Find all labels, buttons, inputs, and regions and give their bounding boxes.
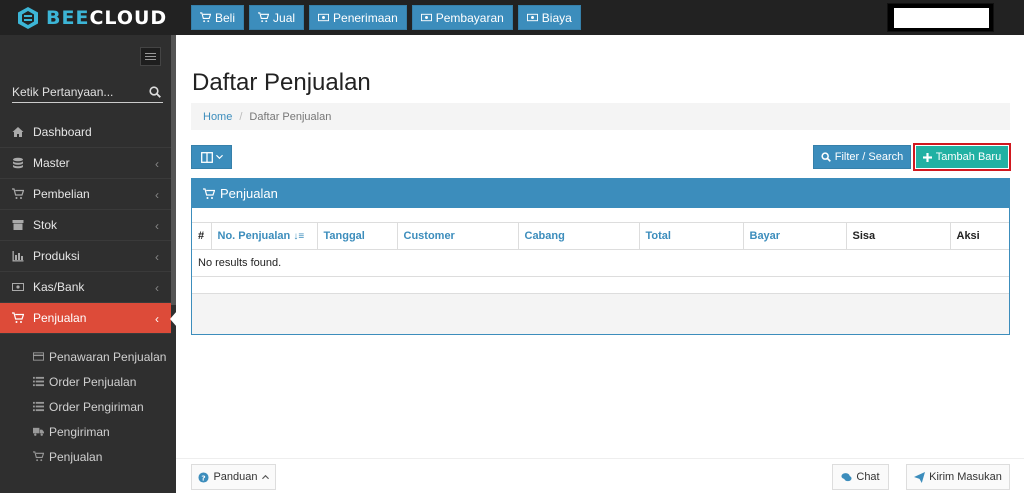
cart-icon bbox=[258, 12, 270, 23]
col-customer[interactable]: Customer bbox=[397, 222, 519, 250]
cart-icon bbox=[200, 12, 211, 23]
breadcrumb-current: Daftar Penjualan bbox=[249, 110, 332, 123]
sidebar-item-dashboard[interactable]: Dashboard bbox=[0, 117, 171, 148]
sidebar-toggle-icon[interactable] bbox=[140, 47, 161, 66]
money-icon bbox=[12, 283, 24, 291]
sidebar-item-kas-bank[interactable]: Kas/Bank ‹ bbox=[0, 272, 171, 303]
col-no-penjualan[interactable]: No. Penjualan ↓≡ bbox=[211, 222, 318, 250]
top-nav: Beli Jual Penerimaan Pembayaran Biaya bbox=[191, 5, 581, 30]
panduan-button[interactable]: ? Panduan bbox=[191, 464, 276, 490]
money-icon bbox=[318, 13, 330, 22]
cart-icon bbox=[12, 312, 24, 323]
columns-toggle-button[interactable] bbox=[191, 145, 232, 169]
page-title: Daftar Penjualan bbox=[192, 69, 371, 96]
list-icon bbox=[33, 376, 44, 387]
chat-icon bbox=[841, 472, 852, 481]
question-circle-icon: ? bbox=[198, 471, 210, 483]
bottom-bar: ? Panduan Chat Kirim Masukan bbox=[176, 458, 1024, 493]
submenu-item-penawaran-penjualan[interactable]: Penawaran Penjualan bbox=[0, 344, 171, 369]
beli-button[interactable]: Beli bbox=[191, 5, 245, 30]
chevron-left-icon: ‹ bbox=[155, 250, 159, 264]
kirim-masukan-button[interactable]: Kirim Masukan bbox=[906, 464, 1010, 490]
penjualan-submenu: Penawaran Penjualan Order Penjualan Orde… bbox=[0, 334, 171, 469]
table-row: No results found. bbox=[192, 249, 1009, 277]
col-tanggal[interactable]: Tanggal bbox=[317, 222, 398, 250]
chevron-left-icon: ‹ bbox=[155, 188, 159, 202]
chart-icon bbox=[12, 251, 24, 262]
bee-logo-icon bbox=[18, 7, 38, 29]
sidebar-item-penjualan[interactable]: Penjualan ‹ bbox=[0, 303, 177, 334]
plus-icon bbox=[922, 152, 932, 162]
panel-footer bbox=[192, 293, 1009, 334]
col-total[interactable]: Total bbox=[639, 222, 744, 250]
sidebar: Dashboard Master ‹ Pembelian ‹ Stok ‹ Pr… bbox=[0, 35, 177, 493]
database-icon bbox=[13, 157, 23, 169]
filter-search-button[interactable]: Filter / Search bbox=[813, 145, 911, 169]
send-icon bbox=[914, 471, 926, 483]
money-icon bbox=[526, 13, 538, 22]
panel-header: Penjualan bbox=[192, 179, 1009, 208]
columns-icon bbox=[200, 151, 213, 163]
col-sisa: Sisa bbox=[846, 222, 951, 250]
submenu-item-pengiriman[interactable]: Pengiriman bbox=[0, 419, 171, 444]
sidebar-item-stok[interactable]: Stok ‹ bbox=[0, 210, 171, 241]
chevron-left-icon: ‹ bbox=[155, 157, 159, 171]
logo[interactable]: BEECLOUD bbox=[16, 5, 167, 31]
redacted-username bbox=[894, 8, 989, 28]
submenu-item-order-pengiriman[interactable]: Order Pengiriman bbox=[0, 394, 171, 419]
sidebar-item-produksi[interactable]: Produksi ‹ bbox=[0, 241, 171, 272]
chevron-up-icon bbox=[261, 474, 269, 480]
user-menu[interactable] bbox=[887, 3, 994, 32]
chevron-down-icon bbox=[215, 154, 223, 160]
truck-icon bbox=[33, 427, 44, 436]
money-icon bbox=[420, 13, 432, 22]
breadcrumb-separator: / bbox=[239, 110, 243, 123]
box-icon bbox=[12, 220, 24, 230]
col-bayar[interactable]: Bayar bbox=[743, 222, 847, 250]
submenu-item-penjualan[interactable]: Penjualan bbox=[0, 444, 171, 469]
table-header-row: # No. Penjualan ↓≡ Tanggal Customer Caba… bbox=[192, 222, 1009, 250]
sidebar-menu: Dashboard Master ‹ Pembelian ‹ Stok ‹ Pr… bbox=[0, 117, 177, 469]
chevron-left-icon: ‹ bbox=[155, 312, 159, 326]
penerimaan-button[interactable]: Penerimaan bbox=[309, 5, 407, 30]
sort-icon: ↓≡ bbox=[293, 231, 305, 242]
chevron-left-icon: ‹ bbox=[155, 281, 159, 295]
biaya-button[interactable]: Biaya bbox=[517, 5, 581, 30]
question-search-input[interactable] bbox=[12, 83, 142, 101]
jual-button[interactable]: Jual bbox=[249, 5, 305, 30]
logo-text: BEECLOUD bbox=[46, 7, 168, 29]
tambah-baru-button[interactable]: Tambah Baru bbox=[916, 146, 1008, 168]
top-bar: BEECLOUD Beli Jual Penerimaan Pembayaran… bbox=[0, 0, 1024, 35]
search-icon[interactable] bbox=[149, 86, 161, 98]
cart-icon bbox=[33, 451, 44, 462]
penjualan-panel: Penjualan # No. Penjualan ↓≡ Tanggal Cus… bbox=[191, 178, 1010, 335]
search-icon bbox=[821, 152, 831, 162]
pembayaran-button[interactable]: Pembayaran bbox=[411, 5, 513, 30]
chevron-left-icon: ‹ bbox=[155, 219, 159, 233]
list-icon bbox=[33, 401, 44, 412]
submenu-item-order-penjualan[interactable]: Order Penjualan bbox=[0, 369, 171, 394]
col-index: # bbox=[192, 222, 212, 250]
col-aksi: Aksi bbox=[950, 222, 1009, 250]
question-search bbox=[12, 83, 163, 103]
sidebar-item-pembelian[interactable]: Pembelian ‹ bbox=[0, 179, 171, 210]
cart-icon bbox=[12, 188, 24, 199]
sidebar-item-master[interactable]: Master ‹ bbox=[0, 148, 171, 179]
chat-button[interactable]: Chat bbox=[832, 464, 889, 490]
main-content: Daftar Penjualan Home / Daftar Penjualan… bbox=[176, 35, 1024, 493]
breadcrumb: Home / Daftar Penjualan bbox=[191, 103, 1010, 130]
svg-text:?: ? bbox=[202, 473, 206, 482]
breadcrumb-home[interactable]: Home bbox=[203, 111, 232, 123]
penjualan-table: # No. Penjualan ↓≡ Tanggal Customer Caba… bbox=[192, 222, 1009, 277]
empty-message: No results found. bbox=[192, 249, 1009, 277]
col-cabang[interactable]: Cabang bbox=[518, 222, 640, 250]
home-icon bbox=[12, 127, 24, 137]
cart-icon bbox=[203, 187, 215, 199]
card-icon bbox=[33, 352, 44, 361]
